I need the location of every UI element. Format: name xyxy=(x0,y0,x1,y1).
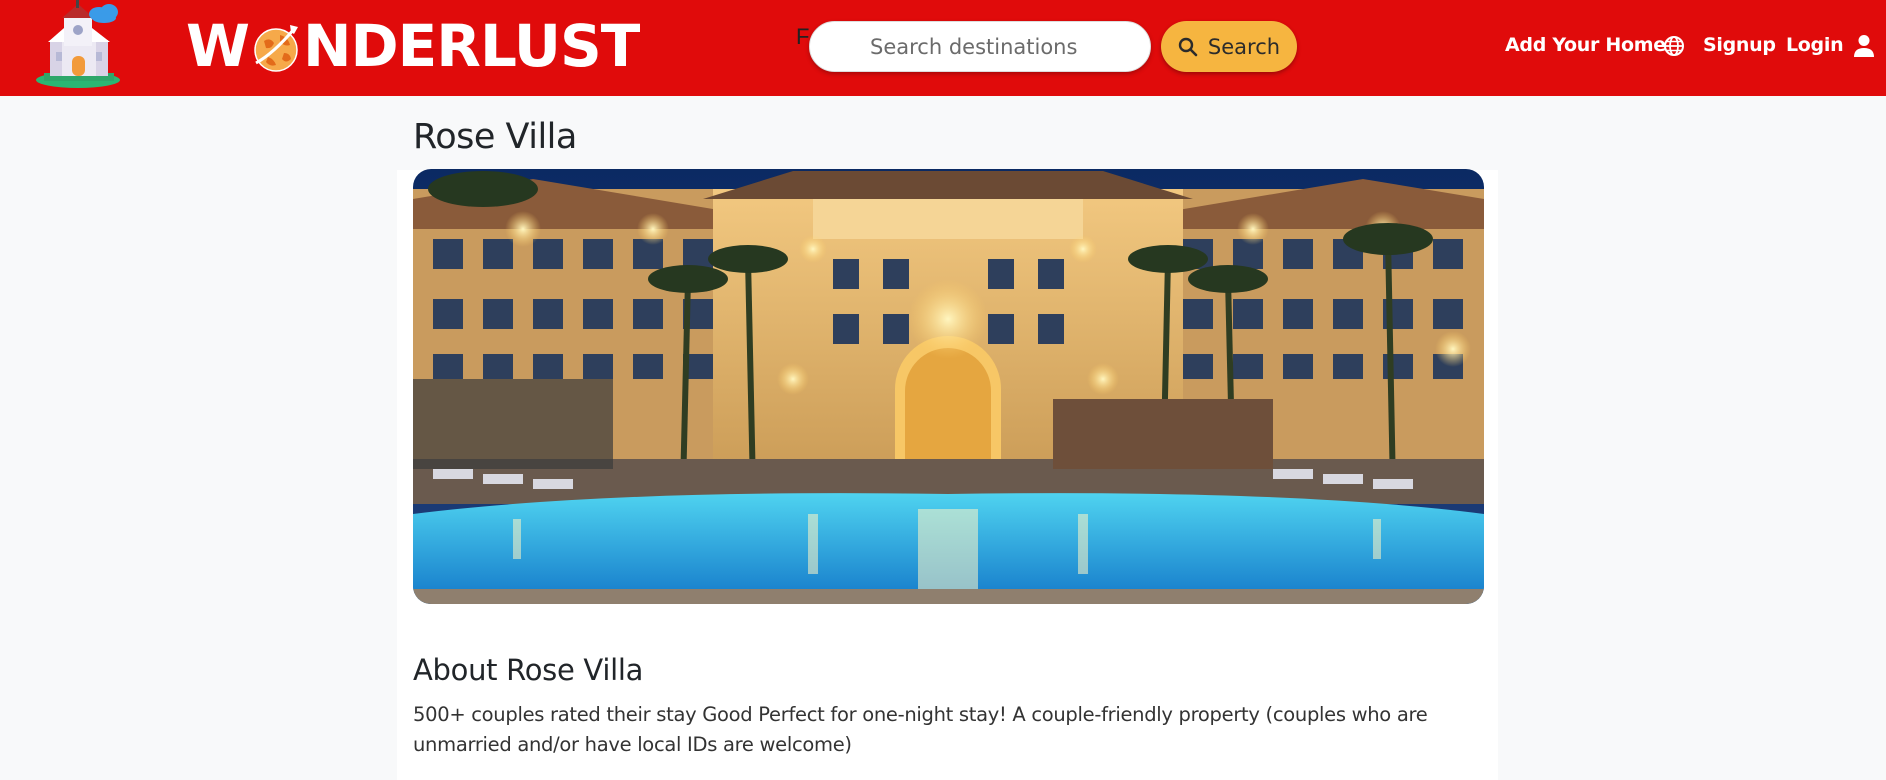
about-text: 500+ couples rated their stay Good Perfe… xyxy=(413,703,1428,756)
brand-letters-nderlust: NDERLUST xyxy=(302,12,640,80)
about-heading: About Rose Villa xyxy=(413,653,644,687)
globe-icon[interactable] xyxy=(1663,35,1685,57)
search-button-label: Search xyxy=(1207,34,1281,59)
search-input[interactable] xyxy=(809,21,1151,72)
brand-wordmark[interactable]: W NDERLUST xyxy=(186,12,640,80)
navbar: W NDERLUST F Search Add Your Home Signup… xyxy=(0,0,1886,96)
user-icon[interactable] xyxy=(1853,34,1875,58)
search-button[interactable]: Search xyxy=(1161,21,1297,72)
brand-letter-w: W xyxy=(186,12,250,80)
globe-plane-icon xyxy=(250,21,302,73)
signup-link[interactable]: Signup xyxy=(1703,34,1776,56)
listing-image xyxy=(413,169,1484,604)
stray-character: F xyxy=(796,24,810,49)
listing-title: Rose Villa xyxy=(413,117,577,157)
search-icon xyxy=(1178,37,1198,56)
login-link[interactable]: Login xyxy=(1786,34,1844,56)
castle-logo-icon[interactable] xyxy=(30,0,130,90)
add-your-home-link[interactable]: Add Your Home xyxy=(1505,34,1666,56)
